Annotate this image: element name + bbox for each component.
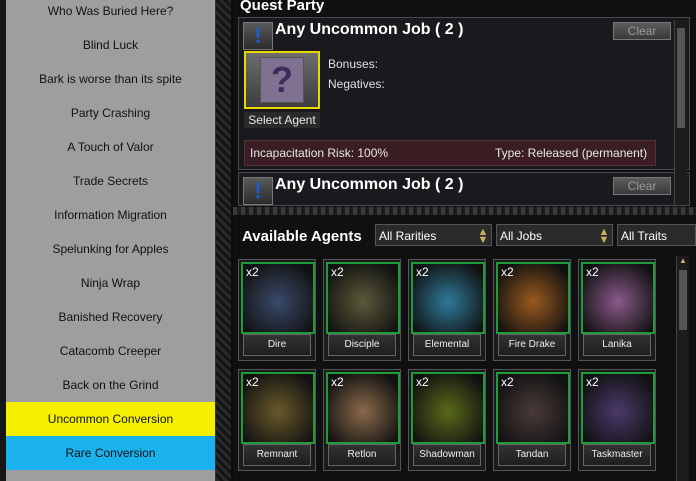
agent-portrait: x2 (241, 372, 315, 444)
job-title: Any Uncommon Job ( 2 ) (275, 21, 464, 38)
panel-title: Quest Party (240, 0, 325, 14)
quest-list-item[interactable]: Rare Conversion (6, 436, 215, 470)
agent-portrait: x2 (411, 372, 485, 444)
available-agents-title: Available Agents (242, 228, 362, 245)
agent-count: x2 (416, 375, 429, 389)
agent-card[interactable]: x2 Retlon (323, 369, 401, 471)
agent-portrait: x2 (496, 262, 570, 334)
quest-list-item[interactable]: Banished Recovery (6, 300, 215, 334)
clear-button[interactable]: Clear (613, 177, 671, 195)
scroll-up-icon[interactable]: ▲ (677, 256, 689, 266)
agent-name: Fire Drake (498, 334, 566, 356)
clear-button[interactable]: Clear (613, 22, 671, 40)
agent-portrait: x2 (326, 262, 400, 334)
ornate-separator (233, 207, 696, 215)
risk-bar: Incapacitation Risk: 100% Type: Released… (244, 140, 656, 166)
agent-card[interactable]: x2 Shadowman (408, 369, 486, 471)
quest-list-item[interactable]: Who Was Buried Here? (6, 0, 215, 28)
agent-card[interactable]: x2 Disciple (323, 259, 401, 361)
right-panel: Quest Party ! Any Uncommon Job ( 2 ) Cle… (233, 0, 696, 481)
rarity-filter[interactable]: All Rarities ▲ ▼ (375, 224, 492, 246)
agent-name: Taskmaster (583, 444, 651, 466)
agent-card[interactable]: x2 Lanika (578, 259, 656, 361)
agent-name: Retlon (328, 444, 396, 466)
alert-icon: ! (243, 177, 273, 205)
negatives-label: Negatives: (328, 77, 385, 91)
quest-list-item[interactable]: Spelunking for Apples (6, 232, 215, 266)
agent-portrait: x2 (496, 372, 570, 444)
scrollbar-thumb[interactable] (677, 28, 685, 128)
agent-count: x2 (501, 265, 514, 279)
ornate-divider (215, 0, 231, 481)
agent-portrait: x2 (411, 262, 485, 334)
agent-count: x2 (416, 265, 429, 279)
quest-list-item[interactable]: Catacomb Creeper (6, 334, 215, 368)
agent-name: Shadowman (413, 444, 481, 466)
quest-list-item[interactable]: Back on the Grind (6, 368, 215, 402)
agent-count: x2 (586, 375, 599, 389)
agent-card[interactable]: x2 Elemental (408, 259, 486, 361)
job-title: Any Uncommon Job ( 2 ) (275, 176, 464, 193)
job-filter[interactable]: All Jobs ▲ ▼ (496, 224, 613, 246)
agent-name: Lanika (583, 334, 651, 356)
agent-card[interactable]: x2 Taskmaster (578, 369, 656, 471)
quest-list-panel: Who Was Buried Here? Blind Luck Bark is wo… (6, 0, 215, 481)
quest-list-item[interactable]: Uncommon Conversion (6, 402, 215, 436)
agent-card[interactable]: x2 Fire Drake (493, 259, 571, 361)
agent-card[interactable]: x2 Dire (238, 259, 316, 361)
job-slot-2: ! Any Uncommon Job ( 2 ) Clear (238, 172, 690, 206)
agent-name: Elemental (413, 334, 481, 356)
quest-list: Who Was Buried Here? Blind Luck Bark is wo… (0, 0, 231, 481)
dropdown-arrow-icon: ▲ ▼ (477, 226, 489, 246)
select-agent-button[interactable]: Select Agent (244, 112, 320, 128)
agent-portrait: x2 (581, 262, 655, 334)
agent-count: x2 (501, 375, 514, 389)
select-agent-slot[interactable]: ? (244, 51, 320, 109)
trait-filter-value: All Traits (621, 229, 668, 243)
job-slot-1: ! Any Uncommon Job ( 2 ) Clear ? Select … (238, 17, 690, 170)
job-type: Type: Released (permanent) (495, 146, 648, 160)
agent-name: Disciple (328, 334, 396, 356)
agent-card[interactable]: x2 Tandan (493, 369, 571, 471)
quest-list-item[interactable]: Information Migration (6, 198, 215, 232)
agent-count: x2 (246, 375, 259, 389)
agent-count: x2 (331, 265, 344, 279)
rarity-filter-value: All Rarities (379, 229, 437, 243)
dropdown-arrow-icon: ▲ ▼ (598, 226, 610, 246)
quest-list-item[interactable]: Party Crashing (6, 96, 215, 130)
agents-scrollbar[interactable]: ▲ (676, 256, 689, 481)
party-scrollbar[interactable] (674, 20, 687, 205)
alert-icon: ! (243, 22, 273, 50)
quest-list-item[interactable]: Blind Luck (6, 28, 215, 62)
scrollbar-thumb[interactable] (679, 270, 687, 330)
agent-count: x2 (586, 265, 599, 279)
quest-list-item[interactable]: A Touch of Valor (6, 130, 215, 164)
agent-card[interactable]: x2 Remnant (238, 369, 316, 471)
trait-filter[interactable]: All Traits (617, 224, 696, 246)
agent-count: x2 (331, 375, 344, 389)
incapacitation-risk: Incapacitation Risk: 100% (250, 146, 389, 160)
agent-name: Dire (243, 334, 311, 356)
agent-count: x2 (246, 265, 259, 279)
bonuses-label: Bonuses: (328, 57, 379, 71)
agent-name: Remnant (243, 444, 311, 466)
agent-name: Tandan (498, 444, 566, 466)
agent-portrait: x2 (326, 372, 400, 444)
quest-list-item[interactable]: Bark is worse than its spite (6, 62, 215, 96)
quest-list-item[interactable]: Ninja Wrap (6, 266, 215, 300)
quest-list-item[interactable]: Trade Secrets (6, 164, 215, 198)
question-mark-icon: ? (260, 57, 304, 103)
agent-portrait: x2 (581, 372, 655, 444)
job-filter-value: All Jobs (500, 229, 543, 243)
agent-portrait: x2 (241, 262, 315, 334)
